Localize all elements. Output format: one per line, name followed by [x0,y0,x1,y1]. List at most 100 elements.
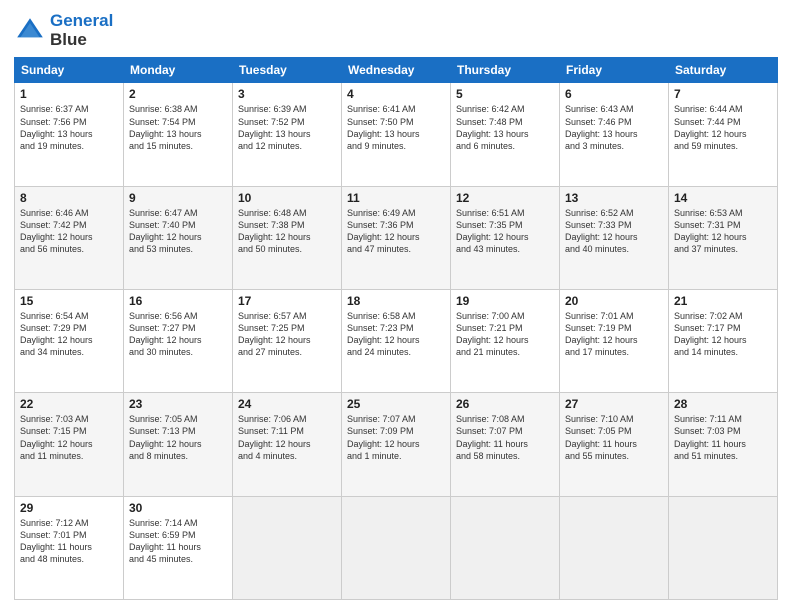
day-cell-30: 30 Sunrise: 7:14 AM Sunset: 6:59 PM Dayli… [124,496,233,599]
day-info: Sunrise: 6:47 AM Sunset: 7:40 PM Dayligh… [129,207,227,256]
day-cell-24: 24 Sunrise: 7:06 AM Sunset: 7:11 PM Dayli… [233,393,342,496]
day-number: 10 [238,191,336,205]
day-cell-14: 14 Sunrise: 6:53 AM Sunset: 7:31 PM Dayli… [669,186,778,289]
day-info: Sunrise: 6:44 AM Sunset: 7:44 PM Dayligh… [674,103,772,152]
calendar-table: SundayMondayTuesdayWednesdayThursdayFrid… [14,57,778,600]
day-cell-28: 28 Sunrise: 7:11 AM Sunset: 7:03 PM Dayli… [669,393,778,496]
day-cell-21: 21Sunrise: 7:02 AM Sunset: 7:17 PM Dayli… [669,290,778,393]
empty-cell [342,496,451,599]
day-cell-12: 12 Sunrise: 6:51 AM Sunset: 7:35 PM Dayli… [451,186,560,289]
day-number: 8 [20,191,118,205]
day-cell-5: 5 Sunrise: 6:42 AM Sunset: 7:48 PM Daylig… [451,83,560,186]
day-info: Sunrise: 7:07 AM Sunset: 7:09 PM Dayligh… [347,413,445,462]
day-cell-25: 25 Sunrise: 7:07 AM Sunset: 7:09 PM Dayli… [342,393,451,496]
day-cell-22: 22 Sunrise: 7:03 AM Sunset: 7:15 PM Dayli… [15,393,124,496]
day-number: 20 [565,294,663,308]
day-info: Sunrise: 6:53 AM Sunset: 7:31 PM Dayligh… [674,207,772,256]
day-cell-19: 19Sunrise: 7:00 AM Sunset: 7:21 PM Dayli… [451,290,560,393]
day-cell-17: 17 Sunrise: 6:57 AM Sunset: 7:25 PM Dayli… [233,290,342,393]
day-number: 30 [129,501,227,515]
day-header-wednesday: Wednesday [342,58,451,83]
day-info: Sunrise: 6:52 AM Sunset: 7:33 PM Dayligh… [565,207,663,256]
day-cell-6: 6Sunrise: 6:43 AM Sunset: 7:46 PM Daylig… [560,83,669,186]
day-info: Sunrise: 6:41 AM Sunset: 7:50 PM Dayligh… [347,103,445,152]
day-number: 15 [20,294,118,308]
day-number: 22 [20,397,118,411]
day-header-tuesday: Tuesday [233,58,342,83]
day-info: Sunrise: 6:58 AM Sunset: 7:23 PM Dayligh… [347,310,445,359]
empty-cell [560,496,669,599]
day-number: 29 [20,501,118,515]
day-cell-16: 16Sunrise: 6:56 AM Sunset: 7:27 PM Dayli… [124,290,233,393]
day-info: Sunrise: 7:14 AM Sunset: 6:59 PM Dayligh… [129,517,227,566]
day-info: Sunrise: 6:37 AM Sunset: 7:56 PM Dayligh… [20,103,118,152]
day-info: Sunrise: 6:39 AM Sunset: 7:52 PM Dayligh… [238,103,336,152]
empty-cell [451,496,560,599]
empty-cell [669,496,778,599]
day-info: Sunrise: 6:48 AM Sunset: 7:38 PM Dayligh… [238,207,336,256]
day-number: 17 [238,294,336,308]
day-cell-4: 4 Sunrise: 6:41 AM Sunset: 7:50 PM Daylig… [342,83,451,186]
day-cell-10: 10 Sunrise: 6:48 AM Sunset: 7:38 PM Dayli… [233,186,342,289]
day-number: 28 [674,397,772,411]
day-header-sunday: Sunday [15,58,124,83]
day-cell-27: 27 Sunrise: 7:10 AM Sunset: 7:05 PM Dayli… [560,393,669,496]
day-number: 12 [456,191,554,205]
day-number: 4 [347,87,445,101]
day-header-saturday: Saturday [669,58,778,83]
day-info: Sunrise: 7:11 AM Sunset: 7:03 PM Dayligh… [674,413,772,462]
day-info: Sunrise: 7:01 AM Sunset: 7:19 PM Dayligh… [565,310,663,359]
day-cell-20: 20 Sunrise: 7:01 AM Sunset: 7:19 PM Dayli… [560,290,669,393]
day-info: Sunrise: 6:49 AM Sunset: 7:36 PM Dayligh… [347,207,445,256]
day-info: Sunrise: 6:42 AM Sunset: 7:48 PM Dayligh… [456,103,554,152]
day-info: Sunrise: 6:51 AM Sunset: 7:35 PM Dayligh… [456,207,554,256]
day-number: 3 [238,87,336,101]
day-cell-26: 26 Sunrise: 7:08 AM Sunset: 7:07 PM Dayli… [451,393,560,496]
day-cell-9: 9 Sunrise: 6:47 AM Sunset: 7:40 PM Daylig… [124,186,233,289]
day-info: Sunrise: 6:54 AM Sunset: 7:29 PM Dayligh… [20,310,118,359]
day-info: Sunrise: 6:43 AM Sunset: 7:46 PM Dayligh… [565,103,663,152]
day-number: 2 [129,87,227,101]
day-info: Sunrise: 7:06 AM Sunset: 7:11 PM Dayligh… [238,413,336,462]
day-info: Sunrise: 7:05 AM Sunset: 7:13 PM Dayligh… [129,413,227,462]
day-number: 18 [347,294,445,308]
day-number: 14 [674,191,772,205]
page: GeneralBlue SundayMondayTuesdayWednesday… [0,0,792,612]
day-number: 11 [347,191,445,205]
day-number: 9 [129,191,227,205]
day-info: Sunrise: 7:03 AM Sunset: 7:15 PM Dayligh… [20,413,118,462]
day-info: Sunrise: 7:08 AM Sunset: 7:07 PM Dayligh… [456,413,554,462]
day-cell-11: 11 Sunrise: 6:49 AM Sunset: 7:36 PM Dayli… [342,186,451,289]
day-cell-2: 2 Sunrise: 6:38 AM Sunset: 7:54 PM Daylig… [124,83,233,186]
day-cell-7: 7 Sunrise: 6:44 AM Sunset: 7:44 PM Daylig… [669,83,778,186]
day-cell-13: 13 Sunrise: 6:52 AM Sunset: 7:33 PM Dayli… [560,186,669,289]
day-info: Sunrise: 7:02 AM Sunset: 7:17 PM Dayligh… [674,310,772,359]
logo-icon [14,15,46,47]
day-cell-18: 18 Sunrise: 6:58 AM Sunset: 7:23 PM Dayli… [342,290,451,393]
day-number: 23 [129,397,227,411]
day-number: 7 [674,87,772,101]
day-number: 24 [238,397,336,411]
logo-text: GeneralBlue [50,12,113,49]
day-cell-23: 23 Sunrise: 7:05 AM Sunset: 7:13 PM Dayli… [124,393,233,496]
day-number: 26 [456,397,554,411]
day-info: Sunrise: 7:12 AM Sunset: 7:01 PM Dayligh… [20,517,118,566]
day-number: 27 [565,397,663,411]
day-info: Sunrise: 6:56 AM Sunset: 7:27 PM Dayligh… [129,310,227,359]
day-number: 13 [565,191,663,205]
day-info: Sunrise: 6:57 AM Sunset: 7:25 PM Dayligh… [238,310,336,359]
day-cell-15: 15 Sunrise: 6:54 AM Sunset: 7:29 PM Dayli… [15,290,124,393]
day-info: Sunrise: 7:00 AM Sunset: 7:21 PM Dayligh… [456,310,554,359]
day-header-friday: Friday [560,58,669,83]
header: GeneralBlue [14,12,778,49]
day-cell-8: 8 Sunrise: 6:46 AM Sunset: 7:42 PM Daylig… [15,186,124,289]
empty-cell [233,496,342,599]
day-number: 25 [347,397,445,411]
day-info: Sunrise: 6:46 AM Sunset: 7:42 PM Dayligh… [20,207,118,256]
day-info: Sunrise: 6:38 AM Sunset: 7:54 PM Dayligh… [129,103,227,152]
day-number: 1 [20,87,118,101]
day-info: Sunrise: 7:10 AM Sunset: 7:05 PM Dayligh… [565,413,663,462]
day-cell-29: 29 Sunrise: 7:12 AM Sunset: 7:01 PM Dayli… [15,496,124,599]
day-cell-3: 3 Sunrise: 6:39 AM Sunset: 7:52 PM Daylig… [233,83,342,186]
day-number: 5 [456,87,554,101]
